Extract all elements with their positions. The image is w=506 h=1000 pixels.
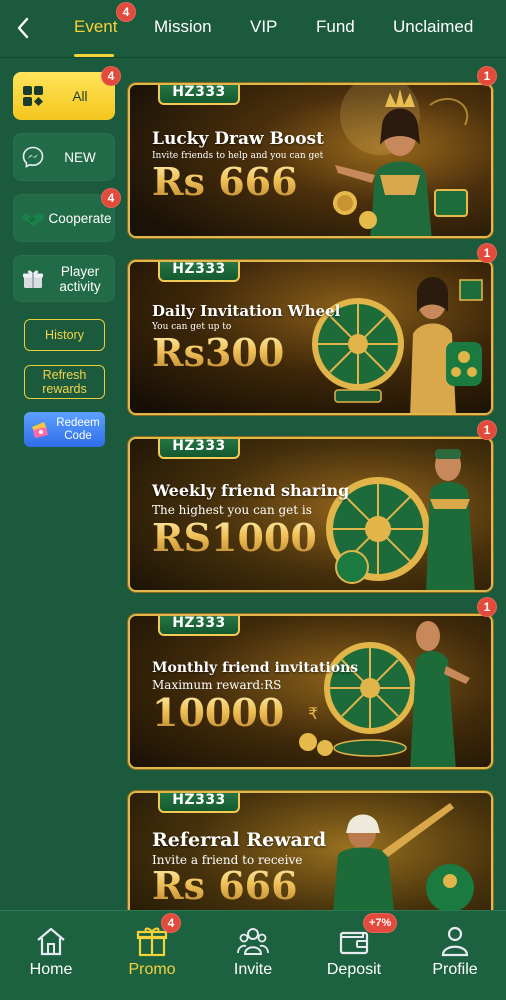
chevron-left-icon xyxy=(17,17,29,39)
tab-fund[interactable]: Fund xyxy=(316,17,355,37)
tab-label: Fund xyxy=(316,17,355,36)
nav-promo[interactable]: Promo xyxy=(107,925,197,991)
gift-icon xyxy=(23,270,43,288)
tab-bar: Event 4 Mission VIP Fund Unclaimed xyxy=(56,0,506,58)
nav-label: Promo xyxy=(128,961,176,978)
nav-label: Profile xyxy=(432,961,478,978)
home-icon xyxy=(37,927,65,956)
active-tab-indicator xyxy=(74,54,114,57)
brand-logo: HZ333 xyxy=(158,793,240,813)
promo-banner-weekly-sharing[interactable]: HZ333 Weekly friend sharing The highest … xyxy=(128,437,493,592)
redeem-code-label: Redeem Code xyxy=(56,416,100,442)
tab-mission[interactable]: Mission xyxy=(154,17,212,37)
sidebar-item-player-activity[interactable]: Player activity xyxy=(13,255,115,302)
banner-amount: Rs300 xyxy=(152,330,285,375)
handshake-icon xyxy=(22,213,44,226)
back-button[interactable] xyxy=(10,14,36,42)
nav-home[interactable]: Home xyxy=(6,925,96,991)
sidebar-item-new[interactable]: NEW xyxy=(13,133,115,181)
tab-label: Mission xyxy=(154,17,212,36)
sidebar-item-all[interactable]: All xyxy=(13,72,115,120)
people-icon xyxy=(237,928,269,955)
banner-title: Weekly friend sharing xyxy=(152,481,350,500)
sidebar-item-label: NEW xyxy=(64,149,96,165)
promo-banner-monthly-invitations[interactable]: ₹ HZ333 Monthly friend invitations Maxim… xyxy=(128,614,493,769)
grid-icon xyxy=(23,86,43,106)
svg-text:₹: ₹ xyxy=(308,704,318,723)
tab-label: VIP xyxy=(250,17,278,36)
ticket-icon xyxy=(32,421,48,438)
history-button[interactable]: History xyxy=(24,319,105,351)
promo-banner-lucky-draw[interactable]: HZ333 Lucky Draw Boost Invite friends to… xyxy=(128,83,493,238)
brand-logo: HZ333 xyxy=(158,262,240,282)
banner-badge: 1 xyxy=(477,243,497,263)
tab-event-badge: 4 xyxy=(116,2,136,22)
nav-promo-badge: 4 xyxy=(161,913,181,933)
nav-profile[interactable]: Profile xyxy=(410,925,500,991)
banner-badge: 1 xyxy=(477,66,497,86)
promo-banner-daily-wheel[interactable]: HZ333 Daily Invitation Wheel You can get… xyxy=(128,260,493,415)
tab-event[interactable]: Event xyxy=(74,17,117,37)
person-icon xyxy=(441,926,469,957)
banner-title: Monthly friend invitations xyxy=(152,660,359,676)
refresh-rewards-button[interactable]: Refresh rewards xyxy=(24,365,105,399)
brand-logo: HZ333 xyxy=(158,85,240,105)
nav-label: Home xyxy=(29,961,73,978)
banner-amount: Rs 666 xyxy=(152,159,298,204)
sidebar-item-label: Cooperate xyxy=(48,210,112,226)
banner-badge: 1 xyxy=(477,597,497,617)
nav-deposit[interactable]: Deposit xyxy=(309,925,399,991)
banner-amount: RS1000 xyxy=(152,515,317,560)
banner-title: Lucky Draw Boost xyxy=(152,129,324,149)
sidebar-all-badge: 4 xyxy=(101,66,121,86)
nav-label: Deposit xyxy=(326,961,382,978)
brand-logo: HZ333 xyxy=(158,616,240,636)
sidebar-item-label: All xyxy=(72,88,88,104)
messenger-icon xyxy=(22,146,44,168)
tab-vip[interactable]: VIP xyxy=(250,17,277,37)
brand-logo: HZ333 xyxy=(158,439,240,459)
tab-label: Event xyxy=(74,17,118,36)
top-nav: Event 4 Mission VIP Fund Unclaimed xyxy=(0,0,506,58)
redeem-code-button[interactable]: Redeem Code xyxy=(24,412,105,447)
tab-unclaimed[interactable]: Unclaimed xyxy=(393,17,473,37)
banner-badge: 1 xyxy=(477,420,497,440)
banner-title: Referral Reward xyxy=(152,829,327,851)
banner-title: Daily Invitation Wheel xyxy=(152,302,341,320)
sidebar-item-label: Player activity xyxy=(59,263,101,294)
sidebar-cooperate-badge: 4 xyxy=(101,188,121,208)
bottom-nav: Home Promo 4 Invite Deposit +7% Profile xyxy=(0,910,506,1000)
tab-label: Unclaimed xyxy=(393,17,474,36)
banner-amount: Rs 666 xyxy=(152,863,298,908)
banner-amount: 10000 xyxy=(152,690,285,735)
nav-label: Invite xyxy=(233,961,273,978)
nav-deposit-badge: +7% xyxy=(363,913,398,933)
nav-invite[interactable]: Invite xyxy=(208,925,298,991)
sidebar-item-cooperate[interactable]: Cooperate xyxy=(13,194,115,242)
